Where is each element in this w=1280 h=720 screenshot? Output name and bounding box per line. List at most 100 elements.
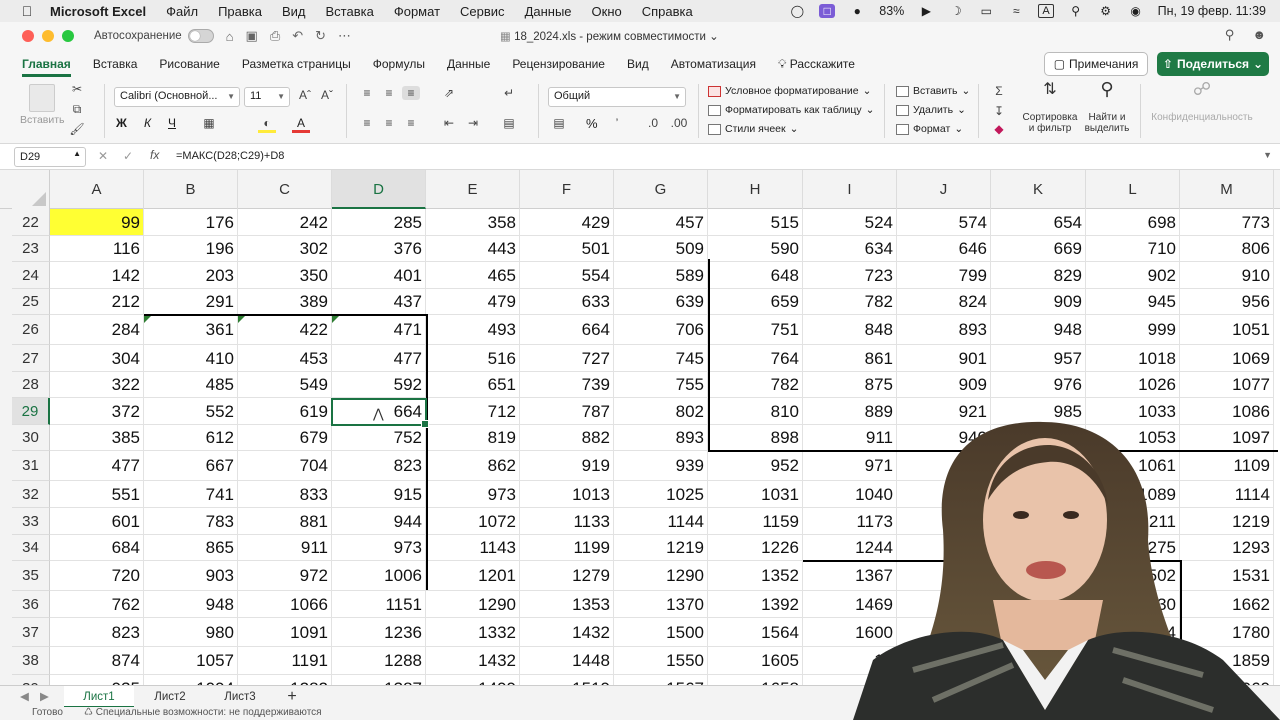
menu-window[interactable]: Окно [592,4,622,19]
cell-d32[interactable]: 915 [332,481,426,508]
cell-a34[interactable]: 684 [50,535,144,561]
conditional-formatting-button[interactable]: Условное форматирование ⌄ [708,85,871,97]
cell-g28[interactable]: 755 [614,372,708,398]
play-icon[interactable]: ▶ [918,4,934,18]
cell-j27[interactable]: 901 [897,345,991,372]
cell-g35[interactable]: 1290 [614,561,708,591]
screen-share-icon[interactable]: □ [819,4,836,18]
cell-l24[interactable]: 902 [1086,262,1180,289]
cell-b38[interactable]: 1057 [144,647,238,675]
siri-icon[interactable]: ◉ [1128,4,1144,18]
search-icon[interactable]: ⚲ [1068,4,1084,18]
cell-g31[interactable]: 939 [614,451,708,481]
tab-view[interactable]: Вид [627,57,649,71]
cell-f35[interactable]: 1279 [520,561,614,591]
tab-data[interactable]: Данные [447,57,490,71]
column-header-c[interactable]: C [238,170,332,209]
cell-e38[interactable]: 1432 [426,647,520,675]
row-header-23[interactable]: 23 [12,236,50,262]
italic-button[interactable]: К [144,116,151,130]
next-sheet-icon[interactable]: ▶ [40,689,49,703]
cell-f32[interactable]: 1013 [520,481,614,508]
cell-f25[interactable]: 633 [520,289,614,315]
orientation-icon[interactable]: ⇗ [440,86,458,100]
cell-j26[interactable]: 893 [897,315,991,345]
row-header-35[interactable]: 35 [12,561,50,591]
clock[interactable]: Пн, 19 февр. 11:39 [1158,4,1266,18]
music-icon[interactable]: ● [849,4,865,18]
cell-b32[interactable]: 741 [144,481,238,508]
cell-h34[interactable]: 1226 [708,535,803,561]
cell-i28[interactable]: 875 [803,372,897,398]
enter-icon[interactable]: ✓ [123,149,133,163]
row-header-31[interactable]: 31 [12,451,50,481]
more-icon[interactable]: ⋯ [338,28,351,44]
cell-h38[interactable]: 1605 [708,647,803,675]
cell-g32[interactable]: 1025 [614,481,708,508]
tab-insert[interactable]: Вставка [93,57,138,71]
cell-b25[interactable]: 291 [144,289,238,315]
cell-e33[interactable]: 1072 [426,508,520,535]
cell-k23[interactable]: 669 [991,236,1086,262]
row-header-29[interactable]: 29 [12,398,50,425]
align-middle-icon[interactable]: ≡ [380,86,398,100]
tab-formulas[interactable]: Формулы [373,57,425,71]
increase-font-icon[interactable]: Aˆ [296,88,314,102]
fill-icon[interactable]: ↧ [990,104,1008,118]
cell-c39[interactable]: 1282 [238,675,332,685]
row-header-24[interactable]: 24 [12,262,50,289]
cell-h22[interactable]: 515 [708,209,803,236]
apple-icon[interactable]:  [16,3,38,19]
notes-button[interactable]: ▢ Примечания [1044,52,1148,76]
undo-icon[interactable]: ↶ [292,28,303,44]
column-header-d[interactable]: D [332,170,426,209]
row-header-39[interactable]: 39 [12,675,50,685]
clear-icon[interactable]: ◆ [990,122,1008,136]
align-center-icon[interactable]: ≡ [380,116,398,130]
column-header-a[interactable]: A [50,170,144,209]
column-header-k[interactable]: K [991,170,1086,209]
cell-f29[interactable]: 787 [520,398,614,425]
cell-l27[interactable]: 1018 [1086,345,1180,372]
cell-e37[interactable]: 1332 [426,618,520,647]
cell-g25[interactable]: 639 [614,289,708,315]
cell-a36[interactable]: 762 [50,591,144,618]
cell-f22[interactable]: 429 [520,209,614,236]
align-left-icon[interactable]: ≡ [358,116,376,130]
cell-h33[interactable]: 1159 [708,508,803,535]
cell-b29[interactable]: 552 [144,398,238,425]
cell-h30[interactable]: 898 [708,425,803,451]
cell-e31[interactable]: 862 [426,451,520,481]
cell-e22[interactable]: 358 [426,209,520,236]
cell-d26[interactable]: 471 [332,315,426,345]
cell-e36[interactable]: 1290 [426,591,520,618]
fill-color-icon[interactable]: ◐ [258,116,276,133]
cell-h27[interactable]: 764 [708,345,803,372]
print-icon[interactable]: ⎙ [270,28,280,44]
cell-f27[interactable]: 727 [520,345,614,372]
cell-e39[interactable]: 1499 [426,675,520,685]
cell-g36[interactable]: 1370 [614,591,708,618]
cell-a39[interactable]: 935 [50,675,144,685]
cell-c33[interactable]: 881 [238,508,332,535]
decrease-font-icon[interactable]: Aˇ [318,88,336,102]
cell-d31[interactable]: 823 [332,451,426,481]
cell-f34[interactable]: 1199 [520,535,614,561]
number-format-select[interactable]: Общий ▼ [548,87,686,107]
cell-i26[interactable]: 848 [803,315,897,345]
cell-a31[interactable]: 477 [50,451,144,481]
cell-l25[interactable]: 945 [1086,289,1180,315]
cell-h28[interactable]: 782 [708,372,803,398]
cell-d30[interactable]: 752 [332,425,426,451]
row-header-34[interactable]: 34 [12,535,50,561]
cell-e28[interactable]: 651 [426,372,520,398]
delete-cells-button[interactable]: Удалить ⌄ [896,104,966,116]
cell-d39[interactable]: 1387 [332,675,426,685]
cell-d22[interactable]: 285 [332,209,426,236]
cell-c37[interactable]: 1091 [238,618,332,647]
moon-icon[interactable]: ☽ [948,4,964,18]
cell-l22[interactable]: 698 [1086,209,1180,236]
cell-e24[interactable]: 465 [426,262,520,289]
cell-b35[interactable]: 903 [144,561,238,591]
menu-view[interactable]: Вид [282,4,306,19]
